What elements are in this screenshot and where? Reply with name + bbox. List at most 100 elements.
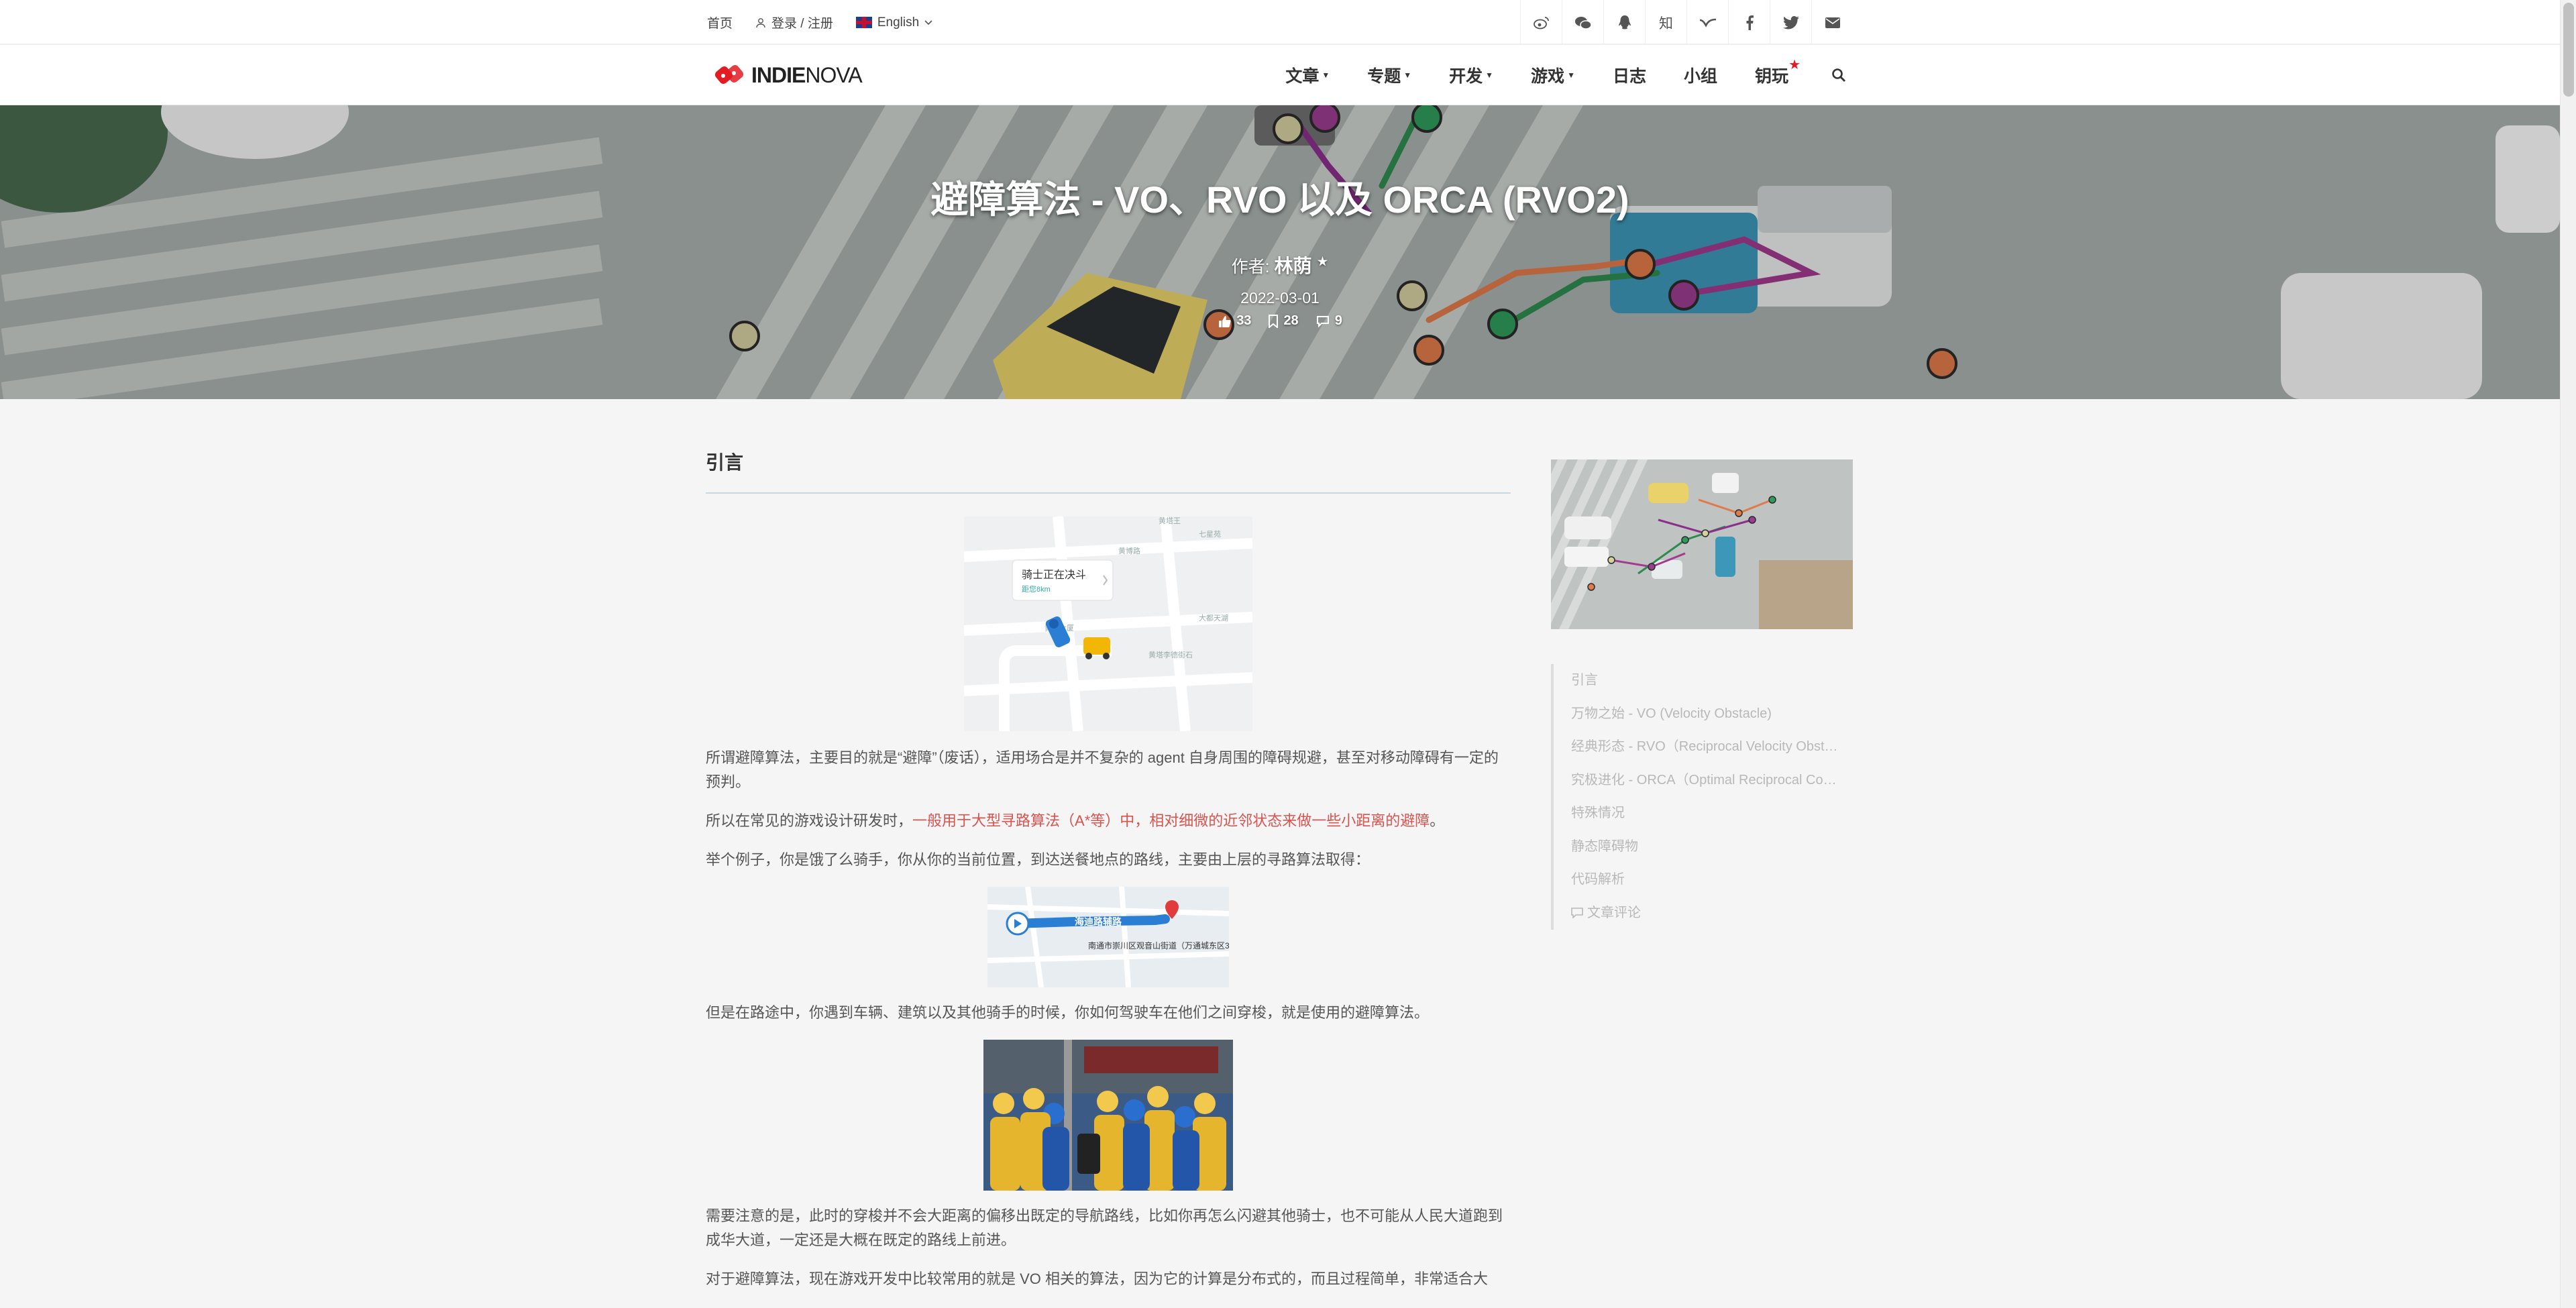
login-label: 登录 / 注册 — [771, 17, 833, 31]
article-stats: 33 28 9 — [0, 313, 2560, 329]
navigation-map-image: 海迪路辅路 南通市崇川区观音山街道（万通城东区3幢二单… — [987, 887, 1229, 987]
toc-item[interactable]: 究极进化 - ORCA（Optimal Reciprocal Collision… — [1571, 764, 1839, 798]
author-name-link[interactable]: 林荫 — [1275, 256, 1312, 276]
comment-button[interactable]: 9 — [1316, 313, 1342, 329]
main-navbar: INDIENOVA 文章 ▼ 专题 ▼ 开发 ▼ 游戏 ▼ 日志 小组 钥玩 ★ — [0, 45, 2560, 105]
rider-yellow-icon — [1083, 637, 1110, 659]
nav-item-groups[interactable]: 小组 — [1684, 63, 1717, 87]
comment-count: 9 — [1334, 313, 1342, 328]
zhihu-icon[interactable]: 知 — [1645, 0, 1686, 45]
navigation-illustration: 海迪路辅路 南通市崇川区观音山街道（万通城东区3幢二单… — [987, 887, 1229, 987]
like-button[interactable]: 33 — [1218, 313, 1251, 329]
search-button[interactable] — [1831, 68, 1846, 83]
map-screenshot-image: 黄塔王黄博路七星苑 大都天湖黄塔李德街石黄华大厦 骑士正在决斗 距您8km — [964, 516, 1252, 731]
nav-item-articles[interactable]: 文章 ▼ — [1285, 63, 1330, 87]
author-star-icon: ★ — [1316, 254, 1329, 270]
weibo-icon[interactable] — [1520, 0, 1562, 45]
map-illustration: 黄塔王黄博路七星苑 大都天湖黄塔李德街石黄华大厦 骑士正在决斗 距您8km — [964, 516, 1252, 731]
like-count: 33 — [1236, 313, 1252, 328]
douban-icon[interactable] — [1686, 0, 1728, 45]
svg-text:七星苑: 七星苑 — [1199, 530, 1221, 539]
star-badge-icon: ★ — [1788, 58, 1801, 72]
svg-text:黄塔李德街石: 黄塔李德街石 — [1148, 650, 1193, 659]
top-utility-bar: 首页 登录 / 注册 English 知 — [0, 0, 2560, 45]
section-heading-intro: 引言 — [706, 448, 1511, 494]
nav-item-keys[interactable]: 钥玩 ★ — [1754, 58, 1801, 87]
article-author: 作者: 林荫 ★ — [0, 252, 2560, 278]
article-paragraph: 所谓避障算法，主要目的就是“避障”（废话），适用场合是并不复杂的 agent 自… — [706, 749, 1499, 790]
nav-item-label: 游戏 — [1531, 67, 1565, 86]
thumbs-up-icon — [1219, 315, 1231, 327]
sidebar-cover-illustration — [1551, 459, 1853, 629]
page-scrollbar[interactable] — [2560, 0, 2576, 1308]
nav-item-label: 小组 — [1683, 67, 1717, 86]
caret-down-icon: ▼ — [1567, 70, 1575, 80]
toc-item[interactable]: 特殊情况 — [1571, 797, 1839, 830]
riders-crowd-illustration — [983, 1040, 1233, 1191]
qq-icon[interactable] — [1603, 0, 1645, 45]
sidebar-cover-image — [1551, 459, 1853, 629]
nav-item-blog[interactable]: 日志 — [1613, 63, 1646, 87]
nav-item-games[interactable]: 游戏 ▼ — [1531, 63, 1575, 87]
language-label: English — [877, 15, 920, 30]
article-paragraph: 对于避障算法，现在游戏开发中比较常用的就是 VO 相关的算法，因为它的计算是分布… — [706, 1270, 1489, 1287]
caret-down-icon: ▼ — [1403, 70, 1412, 80]
map-card-title: 骑士正在决斗 — [1022, 569, 1086, 581]
user-icon — [756, 17, 765, 28]
paragraph-text: 所以在常见的游戏设计研发时， — [706, 812, 913, 829]
article-title: 避障算法 - VO、RVO 以及 ORCA (RVO2) — [930, 178, 1629, 221]
address-label: 南通市崇川区观音山街道（万通城东区3幢二单… — [1088, 940, 1229, 950]
article-paragraph: 需要注意的是，此时的穿梭并不会大距离的偏移出既定的导航路线，比如你再怎么闪避其他… — [706, 1207, 1503, 1248]
twitter-icon[interactable] — [1770, 0, 1811, 45]
caret-down-icon: ▼ — [1322, 70, 1330, 80]
site-logo[interactable]: INDIENOVA — [714, 60, 863, 91]
facebook-icon[interactable] — [1728, 0, 1770, 45]
chevron-down-icon — [924, 19, 932, 25]
nav-item-dev[interactable]: 开发 ▼ — [1449, 63, 1493, 87]
toc-item[interactable]: 万物之始 - VO (Velocity Obstacle) — [1571, 698, 1839, 731]
search-icon — [1832, 68, 1845, 82]
toc-item-label: 文章评论 — [1587, 905, 1641, 920]
nav-item-topics[interactable]: 专题 ▼ — [1367, 63, 1411, 87]
map-card-sub: 距您8km — [1022, 585, 1051, 594]
nav-item-label: 文章 — [1285, 67, 1320, 86]
bookmark-count: 28 — [1283, 313, 1299, 328]
home-link[interactable]: 首页 — [707, 13, 733, 32]
indienova-logo-icon — [714, 64, 744, 85]
nav-item-label: 日志 — [1612, 67, 1646, 86]
scrollbar-thumb[interactable] — [2563, 3, 2574, 97]
article-paragraph: 所以在常见的游戏设计研发时，一般用于大型寻路算法（A*等）中，相对细微的近邻状态… — [706, 809, 1511, 833]
nav-item-label: 开发 — [1449, 67, 1483, 86]
wechat-icon[interactable] — [1562, 0, 1603, 45]
logo-indie: INDIE — [751, 62, 806, 87]
logo-nova: NOVA — [805, 62, 862, 87]
paragraph-text: 。 — [1430, 812, 1445, 829]
nav-item-label: 专题 — [1367, 67, 1401, 86]
language-selector[interactable]: English — [855, 15, 932, 30]
uk-flag-icon — [855, 17, 872, 28]
svg-text:黄博路: 黄博路 — [1118, 546, 1140, 555]
login-link[interactable]: 登录 / 注册 — [755, 13, 833, 32]
toc-item[interactable]: 经典形态 - RVO（Reciprocal Velocity Obstacle） — [1571, 730, 1839, 764]
logo-text: INDIENOVA — [751, 62, 863, 88]
bookmark-icon — [1269, 314, 1279, 328]
caret-down-icon: ▼ — [1485, 70, 1494, 80]
comment-icon — [1316, 315, 1329, 327]
article-date: 2022-03-01 — [1240, 289, 1320, 307]
article-body: 引言 黄塔王黄博路七星苑 大都天湖黄塔李德街石黄华大厦 骑士正在决斗 距您8km — [706, 448, 1511, 1291]
table-of-contents: 引言 万物之始 - VO (Velocity Obstacle) 经典形态 - … — [1551, 664, 1853, 930]
highlighted-text: 一般用于大型寻路算法（A*等）中，相对细微的近邻状态来做一些小距离的避障 — [912, 812, 1430, 829]
article-hero: 避障算法 - VO、RVO 以及 ORCA (RVO2) 作者: 林荫 ★ 20… — [0, 105, 2560, 399]
article-paragraph: 举个例子，你是饿了么骑手，你从你的当前位置，到达送餐地点的路线，主要由上层的寻路… — [706, 851, 1371, 868]
riders-crowd-photo — [983, 1040, 1233, 1191]
nav-item-label: 钥玩 — [1754, 67, 1788, 86]
bookmark-button[interactable]: 28 — [1269, 313, 1299, 329]
author-prefix: 作者: — [1231, 258, 1270, 276]
toc-item[interactable]: 引言 — [1571, 664, 1839, 698]
toc-item[interactable]: 代码解析 — [1571, 863, 1839, 897]
mail-icon[interactable] — [1811, 0, 1853, 45]
article-paragraph: 但是在路途中，你遇到车辆、建筑以及其他骑手的时候，你如何驾驶车在他们之间穿梭，就… — [706, 1004, 1430, 1021]
toc-item-comments[interactable]: 文章评论 — [1571, 897, 1839, 930]
svg-text:黄塔王: 黄塔王 — [1159, 516, 1181, 525]
toc-item[interactable]: 静态障碍物 — [1571, 830, 1839, 864]
